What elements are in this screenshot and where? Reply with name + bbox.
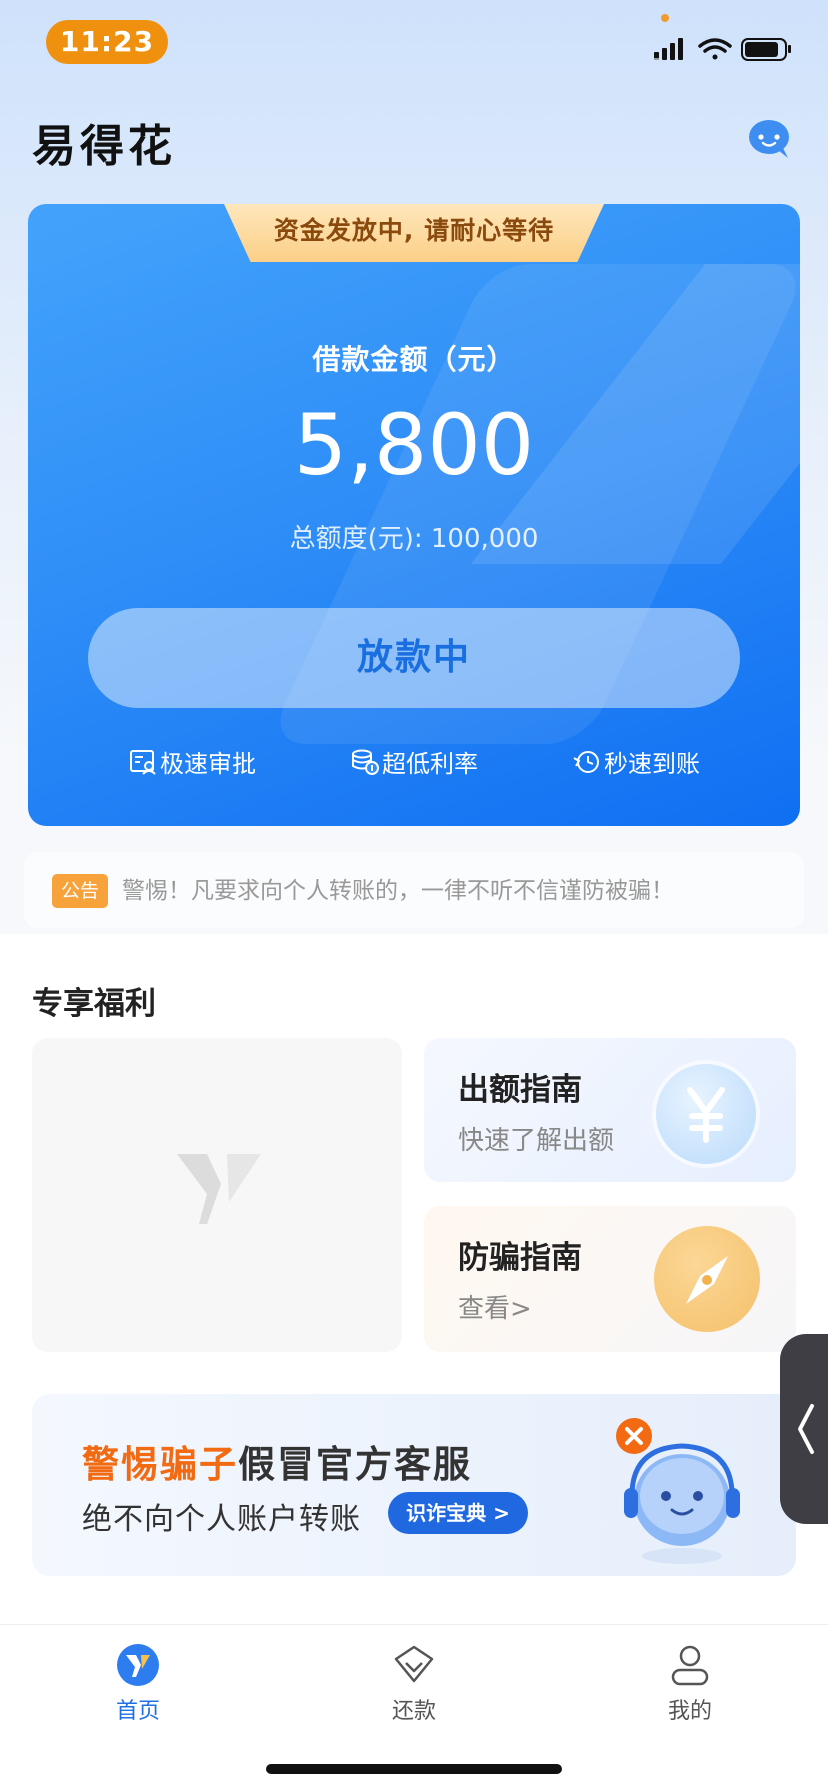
compass-icon (654, 1226, 760, 1332)
battery-icon (741, 38, 791, 61)
loan-amount: 5,800 (293, 396, 535, 494)
banner-subtitle: 绝不向个人账户转账 (82, 1502, 361, 1537)
benefit-card-subtitle: 查看> (458, 1294, 532, 1324)
nav-home[interactable]: 首页 (78, 1643, 198, 1725)
anti-fraud-banner[interactable]: 警惕骗子假冒官方客服 绝不向个人账户转账 识诈宝典 > (32, 1394, 796, 1576)
approval-icon (130, 749, 156, 775)
home-indicator (266, 1764, 562, 1774)
notice-bar[interactable]: 公告 警惕！凡要求向个人转账的，一律不听不信谨防被骗！ (24, 852, 804, 928)
loan-amount-label: 借款金额（元） (312, 343, 516, 376)
signal-icon (654, 38, 683, 60)
brand-logo-placeholder-icon (177, 1154, 261, 1224)
benefit-card-title: 出额指南 (458, 1072, 582, 1108)
profile-icon (671, 1645, 709, 1686)
repay-icon (394, 1645, 434, 1683)
yen-icon (656, 1064, 756, 1164)
feature-fast-approval: 极速审批 (128, 744, 256, 779)
nav-label: 首页 (115, 1699, 160, 1724)
notice-text: 警惕！凡要求向个人转账的，一律不听不信谨防被骗！ (122, 878, 674, 904)
feature-instant-arrival: 秒速到账 (572, 744, 700, 779)
status-ribbon: 资金发放中, 请耐心等待 (224, 204, 604, 262)
nav-label: 还款 (391, 1699, 436, 1724)
benefit-card-title: 防骗指南 (458, 1240, 582, 1276)
feature-list: 极速审批 超低利率 秒速到账 (28, 744, 800, 784)
benefit-placeholder-card[interactable] (32, 1038, 402, 1352)
feature-label: 秒速到账 (604, 750, 700, 778)
feature-label: 超低利率 (382, 750, 478, 778)
nav-repay[interactable]: 还款 (354, 1643, 474, 1725)
wifi-icon (698, 38, 732, 60)
benefit-card-subtitle: 快速了解出额 (458, 1126, 615, 1156)
status-icons (654, 38, 791, 61)
nav-profile[interactable]: 我的 (630, 1643, 750, 1725)
banner-title-highlight: 警惕骗子 (82, 1443, 238, 1486)
benefit-card-credit-guide[interactable]: 出额指南 快速了解出额 (424, 1038, 796, 1182)
loan-card: 资金发放中, 请耐心等待 借款金额（元） 5,800 总额度(元): 100,0… (28, 204, 800, 826)
fraud-guide-button[interactable]: 识诈宝典 > (388, 1492, 528, 1534)
banner-title: 警惕骗子假冒官方客服 (82, 1434, 472, 1488)
total-credit-limit: 总额度(元): 100,000 (289, 524, 539, 554)
privacy-indicator-dot (661, 14, 669, 22)
section-title: 专享福利 (32, 986, 156, 1022)
notice-tag: 公告 (52, 874, 108, 908)
chevron-left-icon (798, 1404, 814, 1454)
customer-service-robot-icon (616, 1418, 740, 1564)
coins-icon (352, 749, 379, 775)
status-time: 11:23 (46, 20, 168, 64)
loan-status-button[interactable]: 放款中 (88, 608, 740, 708)
chat-bubble-icon[interactable] (748, 118, 792, 160)
app-title: 易得花 (32, 121, 176, 172)
banner-title-rest: 假冒官方客服 (238, 1443, 472, 1486)
benefit-card-anti-fraud-guide[interactable]: 防骗指南 查看> (424, 1206, 796, 1352)
side-drawer-handle[interactable] (780, 1334, 828, 1524)
home-logo-icon (117, 1644, 159, 1686)
feature-low-rate: 超低利率 (350, 744, 478, 779)
feature-label: 极速审批 (160, 750, 256, 778)
clock-icon (573, 750, 599, 773)
nav-label: 我的 (667, 1699, 712, 1724)
